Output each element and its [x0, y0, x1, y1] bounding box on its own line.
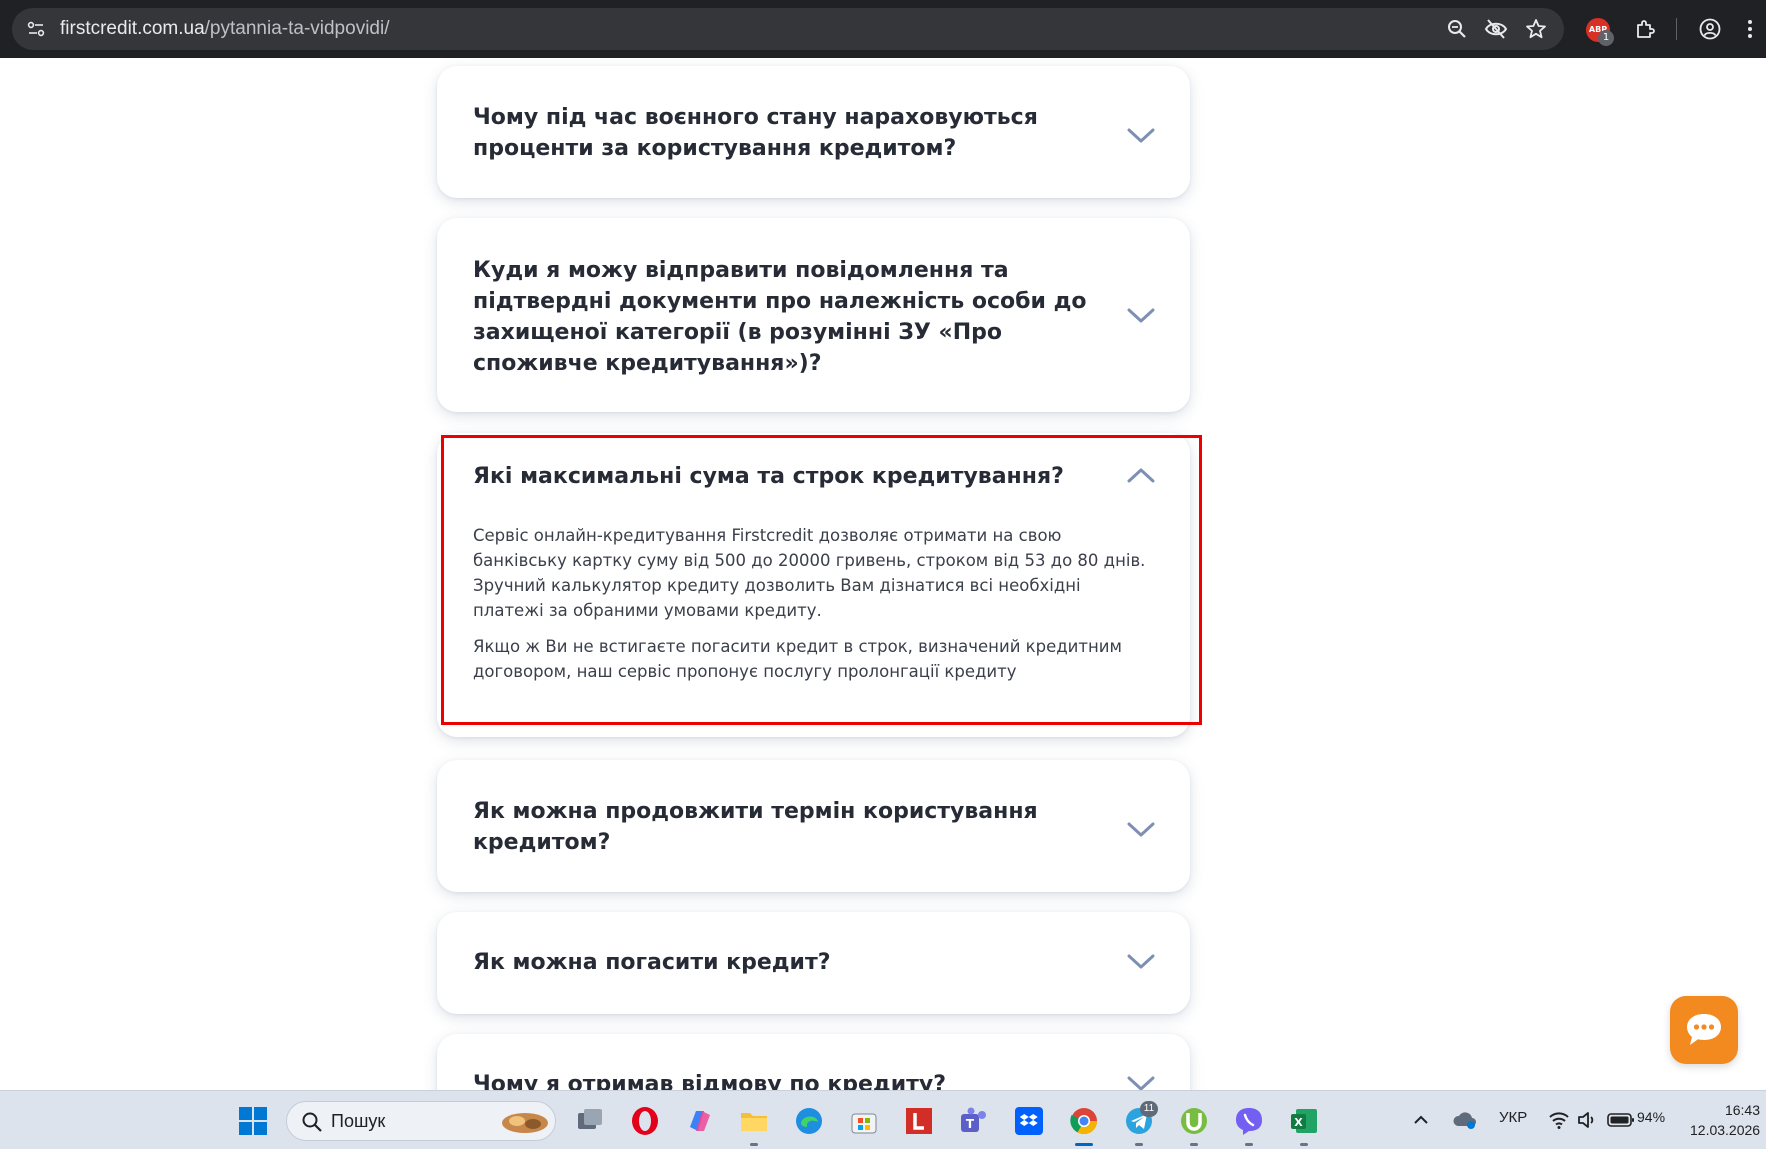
chat-button[interactable] [1670, 996, 1738, 1064]
volume-icon[interactable] [1576, 1109, 1598, 1131]
zoom-icon[interactable] [1445, 17, 1469, 41]
url-path: /pytannia-ta-vidpovidi/ [204, 18, 390, 39]
toolbar-separator [1676, 18, 1677, 40]
adblock-count-badge: 1 [1598, 30, 1614, 46]
battery-percent: 94% [1637, 1109, 1666, 1125]
copilot-icon[interactable] [684, 1105, 716, 1137]
faq-question[interactable]: Як можна погасити кредит? [473, 947, 1113, 978]
opera-browser-icon[interactable] [629, 1105, 661, 1137]
viber-icon[interactable] [1233, 1105, 1265, 1137]
svg-text:X: X [1294, 1116, 1303, 1129]
running-indicator [1190, 1143, 1198, 1146]
faq-question[interactable]: Чому під час воєнного стану нараховуютьс… [473, 102, 1113, 164]
search-highlight-icon [502, 1113, 548, 1133]
onedrive-cloud-icon[interactable] [1452, 1107, 1478, 1133]
keyboard-language[interactable]: УКР [1499, 1109, 1527, 1126]
taskbar: Пошук T 11 X УКР 94% 16:43 12.03.2026 [0, 1090, 1766, 1149]
faq-question[interactable]: Як можна продовжити термін користування … [473, 796, 1113, 858]
address-bar[interactable]: firstcredit.com.ua/pytannia-ta-vidpovidi… [12, 8, 1564, 50]
running-indicator [1135, 1143, 1143, 1146]
chevron-down-icon[interactable] [1125, 126, 1157, 146]
chevron-down-icon[interactable] [1125, 306, 1157, 326]
dropbox-icon[interactable] [1013, 1105, 1045, 1137]
excel-icon[interactable]: X [1288, 1105, 1320, 1137]
svg-text:T: T [966, 1117, 975, 1131]
faq-item[interactable]: Як можна продовжити термін користування … [437, 760, 1190, 892]
faq-question[interactable]: Куди я можу відправити повідомлення та п… [473, 255, 1113, 379]
url-text[interactable]: firstcredit.com.ua/pytannia-ta-vidpovidi… [60, 18, 389, 40]
faq-item[interactable]: Чому під час воєнного стану нараховуютьс… [437, 66, 1190, 198]
faq-item[interactable]: Куди я можу відправити повідомлення та п… [437, 218, 1190, 412]
windows-start-icon[interactable] [237, 1105, 269, 1137]
teams-icon[interactable]: T [958, 1105, 990, 1137]
chrome-browser-icon[interactable] [1068, 1105, 1100, 1137]
highlight-box [441, 435, 1202, 725]
taskbar-search[interactable]: Пошук [286, 1101, 556, 1141]
faq-item[interactable]: Чому я отримав відмову по кредиту? [437, 1034, 1190, 1090]
faq-question[interactable]: Чому я отримав відмову по кредиту? [473, 1069, 1113, 1090]
eye-slash-icon[interactable] [1484, 17, 1508, 41]
running-indicator-active [1075, 1143, 1093, 1146]
profile-icon[interactable] [1698, 17, 1722, 41]
utorrent-icon[interactable] [1178, 1105, 1210, 1137]
edge-browser-icon[interactable] [793, 1105, 825, 1137]
lastpass-icon[interactable] [903, 1105, 935, 1137]
store-icon[interactable] [848, 1105, 880, 1137]
clock[interactable]: 16:43 12.03.2026 [1690, 1100, 1760, 1140]
faq-item[interactable]: Як можна погасити кредит? [437, 912, 1190, 1014]
clock-date: 12.03.2026 [1690, 1122, 1761, 1138]
task-view-icon[interactable] [574, 1105, 606, 1137]
search-label: Пошук [331, 1111, 386, 1131]
wifi-icon[interactable] [1548, 1109, 1570, 1131]
browser-toolbar: firstcredit.com.ua/pytannia-ta-vidpovidi… [0, 0, 1766, 58]
running-indicator [1300, 1143, 1308, 1146]
chevron-down-icon[interactable] [1125, 820, 1157, 840]
search-icon [302, 1112, 322, 1132]
running-indicator [750, 1143, 758, 1146]
chat-bubble-icon [1687, 1014, 1721, 1045]
url-domain: firstcredit.com.ua [60, 18, 205, 39]
site-info-icon[interactable] [26, 19, 46, 39]
clock-time: 16:43 [1724, 1102, 1760, 1118]
faq-page: Чому під час воєнного стану нараховуютьс… [0, 58, 1766, 1090]
running-indicator [1245, 1143, 1253, 1146]
battery-icon[interactable] [1607, 1111, 1635, 1129]
chevron-up-icon[interactable] [1410, 1109, 1432, 1131]
telegram-unread-badge: 11 [1140, 1101, 1158, 1117]
chevron-down-icon[interactable] [1125, 952, 1157, 972]
file-explorer-icon[interactable] [738, 1105, 770, 1137]
bookmark-star-icon[interactable] [1524, 17, 1548, 41]
extensions-puzzle-icon[interactable] [1633, 17, 1657, 41]
menu-kebab-icon[interactable] [1738, 17, 1762, 41]
chevron-down-icon[interactable] [1125, 1074, 1157, 1090]
